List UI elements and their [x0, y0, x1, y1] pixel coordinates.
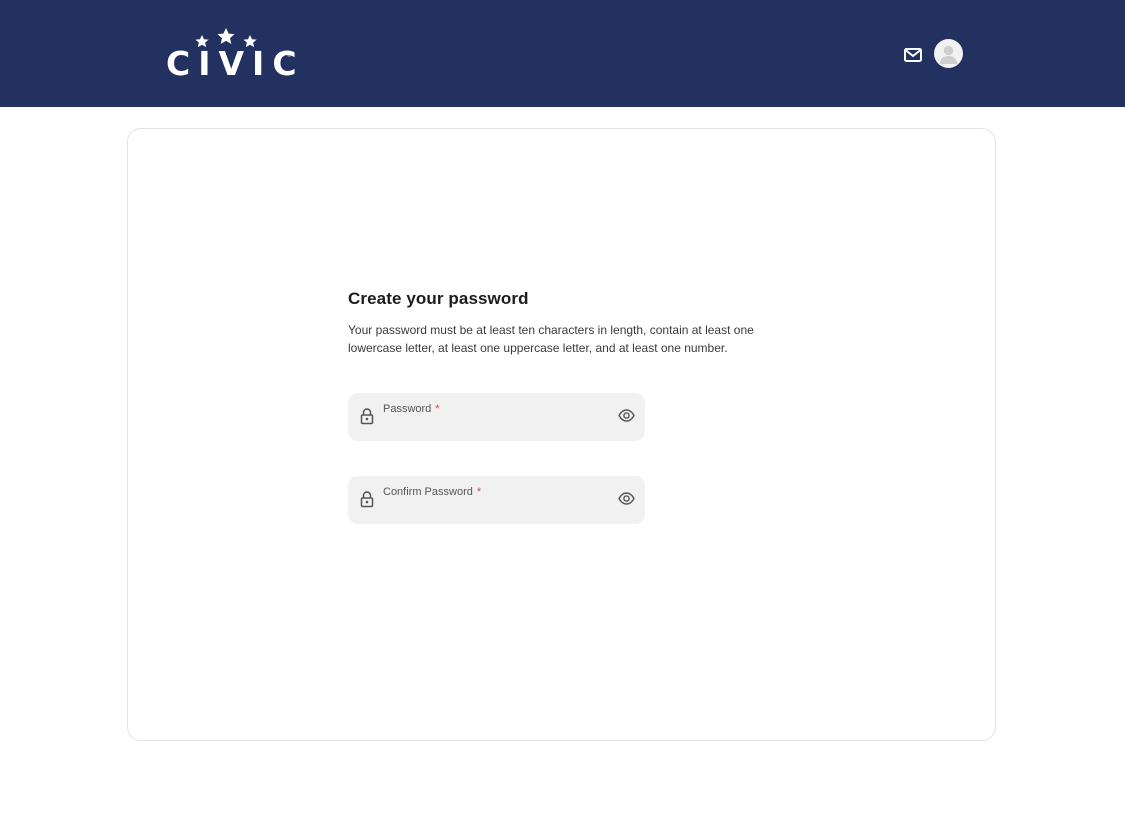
- required-asterisk: *: [476, 486, 482, 498]
- password-card: Create your password Your password must …: [127, 128, 996, 741]
- confirm-password-field[interactable]: Confirm Password *: [348, 476, 645, 524]
- page-title: Create your password: [348, 289, 529, 308]
- eye-icon[interactable]: [618, 492, 635, 505]
- registered-mark: ®: [287, 53, 292, 59]
- password-input[interactable]: [383, 417, 608, 435]
- mail-icon[interactable]: [902, 45, 924, 65]
- confirm-password-label: Confirm Password *: [383, 486, 482, 498]
- logo-wordmark: CIVIC: [166, 44, 305, 83]
- top-header: CIVIC ®: [0, 0, 1125, 107]
- lock-icon: [360, 408, 374, 425]
- password-field[interactable]: Password *: [348, 393, 645, 441]
- header-actions: [902, 39, 964, 71]
- confirm-password-input[interactable]: [383, 500, 608, 518]
- civic-logo[interactable]: CIVIC ®: [166, 26, 297, 84]
- create-password-form: Create your password Your password must …: [348, 287, 788, 524]
- user-avatar-icon[interactable]: [934, 39, 963, 68]
- required-asterisk: *: [435, 403, 440, 415]
- password-label: Password *: [383, 403, 440, 415]
- lock-icon: [360, 491, 374, 508]
- eye-icon[interactable]: [618, 409, 635, 422]
- password-requirements: Your password must be at least ten chara…: [348, 323, 754, 355]
